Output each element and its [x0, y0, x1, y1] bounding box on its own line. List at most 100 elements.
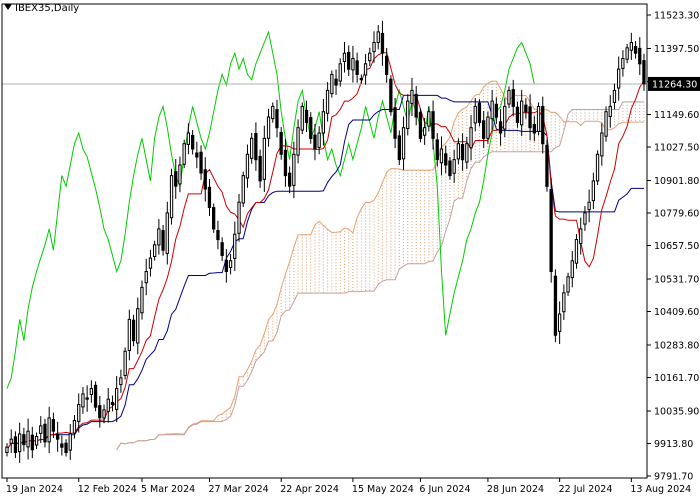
y-tick-label: 10035.90: [654, 406, 699, 417]
candle-body: [313, 134, 317, 150]
candle-body: [591, 180, 596, 202]
candle-body: [207, 186, 212, 209]
candle-body: [536, 105, 541, 132]
candle-body: [241, 175, 245, 204]
candle-body: [131, 319, 136, 342]
y-tick-label: 10779.60: [654, 208, 699, 219]
x-tick-label: 12 Feb 2024: [78, 484, 137, 495]
candle-body: [39, 425, 43, 434]
candle-body: [182, 143, 186, 165]
tenkan-sen-line: [6, 52, 645, 451]
candle-body: [233, 233, 237, 259]
candle-body: [566, 276, 570, 293]
candle-body: [545, 144, 549, 187]
senkou-span-a-line: [116, 80, 644, 451]
candle-body: [503, 105, 507, 130]
candle-body: [448, 160, 452, 177]
candle-body: [199, 151, 203, 174]
candle-body: [60, 443, 64, 448]
candle-body: [456, 143, 461, 160]
candle-body: [266, 116, 271, 139]
candle-body: [34, 436, 39, 446]
y-tick-label: 10531.70: [654, 274, 699, 285]
candle-body: [380, 32, 385, 54]
candle-body: [47, 417, 51, 443]
candle-body: [224, 259, 228, 272]
candle-body: [237, 201, 241, 234]
candle-body: [18, 433, 22, 453]
candle-body: [486, 116, 490, 139]
candle-body: [444, 153, 448, 166]
candle-body: [56, 433, 60, 440]
y-tick-label: 9913.80: [654, 439, 693, 450]
candle-body: [528, 106, 532, 129]
candle-body: [347, 51, 351, 70]
candle-body: [157, 228, 161, 246]
candle-body: [385, 55, 389, 75]
candle-body: [473, 105, 477, 124]
candle-body: [165, 212, 169, 254]
y-tick-label: 11027.50: [654, 142, 699, 153]
candle-body: [203, 169, 207, 190]
candle-body: [410, 89, 414, 104]
candle-body: [532, 124, 537, 134]
candle-body: [334, 78, 338, 86]
candle-body: [106, 398, 110, 412]
candle-body: [431, 111, 435, 139]
candle-body: [169, 175, 174, 219]
candle-body: [477, 102, 482, 123]
candle-body: [288, 172, 292, 187]
candle-body: [212, 207, 216, 230]
y-tick-label: 9791.70: [654, 472, 693, 483]
candle-body: [220, 242, 224, 256]
candle-body: [195, 152, 199, 158]
candle-body: [482, 120, 486, 139]
y-tick-label: 10161.70: [654, 373, 699, 384]
x-tick-label: 13 Aug 2024: [630, 484, 691, 495]
candle-body: [549, 189, 553, 272]
candle-body: [174, 171, 178, 187]
chikou-span-line: [6, 30, 535, 389]
candle-body: [604, 111, 608, 137]
kumo-cloud: [166, 81, 645, 435]
candle-body: [570, 260, 574, 279]
candle-body: [258, 155, 262, 182]
candle-body: [338, 63, 342, 82]
candle-body: [300, 105, 304, 131]
candle-body: [153, 244, 157, 258]
x-tick-label: 5 Mar 2024: [141, 484, 195, 495]
candle-body: [140, 286, 144, 314]
candle-body: [376, 31, 380, 43]
candle-body: [625, 47, 629, 60]
candle-body: [43, 423, 47, 443]
candle-body: [423, 127, 427, 136]
candle-body: [355, 60, 359, 76]
candle-body: [427, 111, 431, 127]
candle-body: [30, 434, 35, 451]
candle-body: [452, 159, 456, 174]
candle-body: [553, 275, 558, 336]
candle-body: [558, 313, 562, 332]
candle-body: [123, 350, 127, 376]
candle-body: [515, 106, 520, 123]
candle-body: [304, 109, 309, 123]
candle-body: [439, 148, 444, 164]
x-tick-label: 28 Jun 2024: [487, 484, 544, 495]
candle-body: [81, 393, 85, 408]
candle-body: [520, 100, 524, 126]
candle-body: [414, 93, 418, 118]
candles: [5, 20, 646, 463]
candle-body: [13, 436, 18, 453]
candle-body: [642, 60, 646, 85]
candle-body: [68, 433, 72, 451]
candle-body: [98, 405, 102, 419]
y-tick-label: 11397.50: [654, 44, 699, 55]
y-tick-label: 10657.50: [654, 241, 699, 252]
candle-body: [368, 52, 372, 62]
candle-body: [5, 446, 9, 454]
candle-body: [216, 230, 220, 241]
candle-body: [271, 105, 275, 120]
candle-body: [89, 388, 93, 396]
candle-body: [574, 239, 579, 264]
candle-body: [418, 111, 423, 139]
